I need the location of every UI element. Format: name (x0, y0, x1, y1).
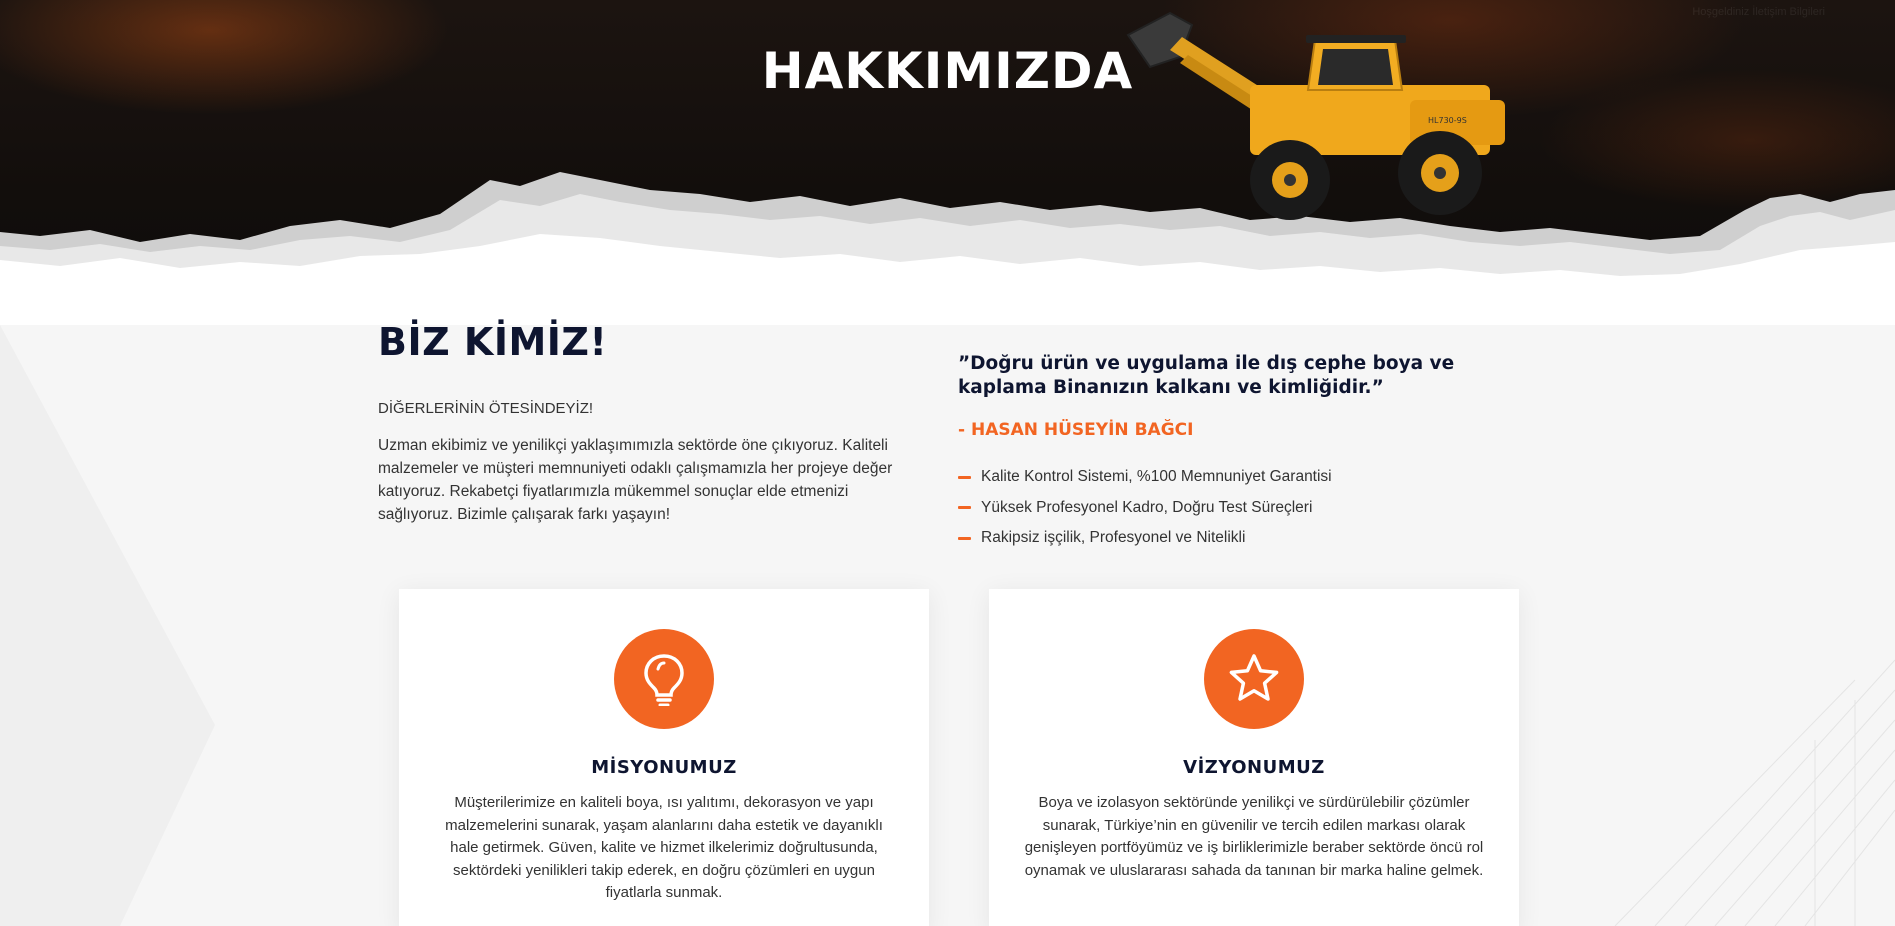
section-subtitle: DİĞERLERİNİN ÖTESİNDEYİZ! (378, 400, 594, 417)
about-paragraph: Uzman ekibimiz ve yenilikçi yaklaşımımız… (378, 437, 893, 523)
quote-author: - HASAN HÜSEYİN BAĞCI (958, 420, 1194, 440)
feature-list: Kalite Kontrol Sistemi, %100 Memnuniyet … (958, 462, 1332, 554)
vision-title: VİZYONUMUZ (1183, 757, 1325, 778)
feature-item: Kalite Kontrol Sistemi, %100 Memnuniyet … (958, 462, 1332, 493)
feature-item: Yüksek Profesyonel Kadro, Doğru Test Sür… (958, 493, 1332, 524)
mission-title: MİSYONUMUZ (591, 757, 737, 778)
vision-card: VİZYONUMUZ Boya ve izolasyon sektöründe … (989, 589, 1519, 926)
vision-text: Boya ve izolasyon sektöründe yenilikçi v… (1024, 794, 1484, 879)
lightbulb-icon (614, 629, 714, 729)
dash-icon (958, 506, 971, 510)
background-shape-left (0, 325, 215, 926)
feature-label: Rakipsiz işçilik, Profesyonel ve Nitelik… (981, 529, 1246, 547)
hero-banner: Hoşgeldiniz İletişim Bilgileri HL730-9S … (0, 0, 1895, 325)
background-lines-right (1614, 659, 1895, 926)
torn-paper-edge (0, 172, 1895, 325)
quote-text: ”Doğru ürün ve uygulama ile dış cephe bo… (958, 353, 1455, 398)
feature-label: Yüksek Profesyonel Kadro, Doğru Test Sür… (981, 498, 1313, 516)
wheel-loader-image: HL730-9S (1126, 11, 1505, 220)
dash-icon (958, 536, 971, 540)
section-heading: BİZ KİMİZ! (378, 320, 608, 364)
mission-text: Müşterilerimize en kaliteli boya, ısı ya… (445, 794, 883, 902)
mission-card: MİSYONUMUZ Müşterilerimize en kaliteli b… (399, 589, 929, 926)
machine-label: HL730-9S (1428, 116, 1467, 125)
page-title: HAKKIMIZDA (761, 42, 1134, 100)
hero-faint-text: Hoşgeldiniz İletişim Bilgileri (1692, 6, 1825, 18)
feature-label: Kalite Kontrol Sistemi, %100 Memnuniyet … (981, 468, 1332, 486)
feature-item: Rakipsiz işçilik, Profesyonel ve Nitelik… (958, 523, 1332, 554)
star-icon (1204, 629, 1304, 729)
dash-icon (958, 475, 971, 479)
